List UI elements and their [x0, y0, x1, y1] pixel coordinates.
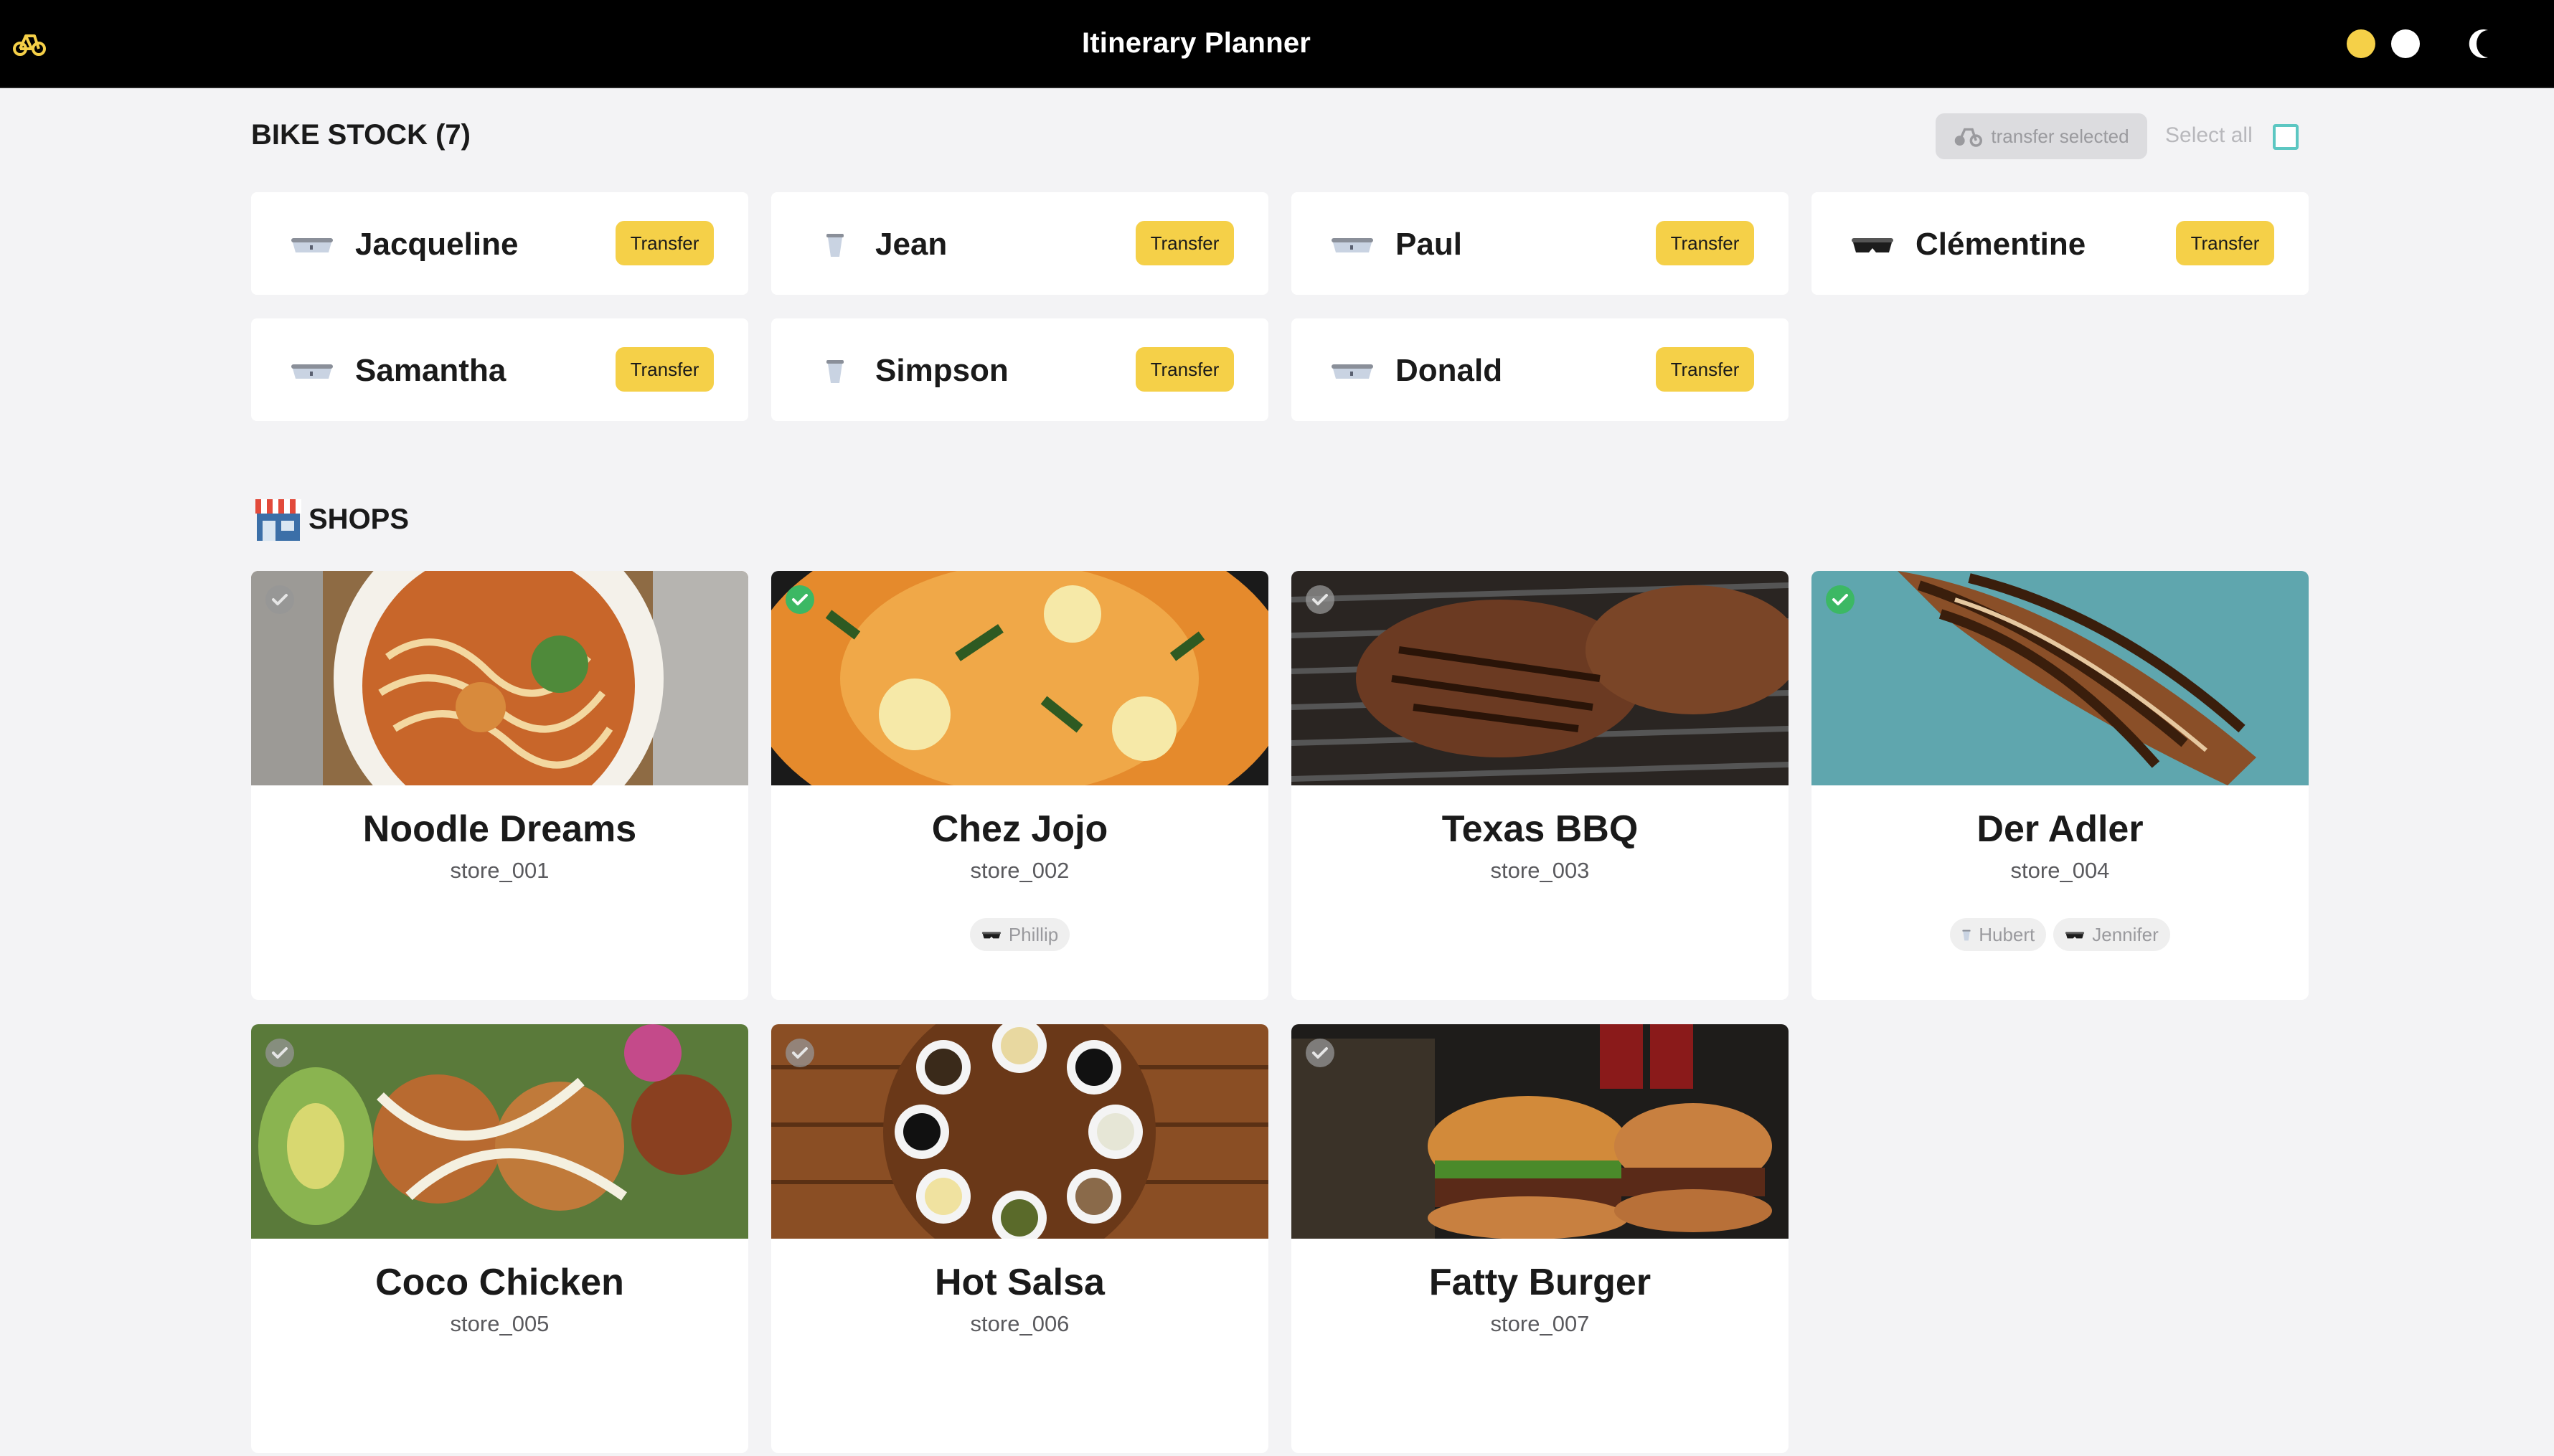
transfer-button[interactable]: Transfer — [1136, 347, 1234, 392]
transfer-button[interactable]: Transfer — [616, 347, 714, 392]
shop-name: Texas BBQ — [1441, 808, 1639, 850]
bike-name: Paul — [1395, 227, 1462, 262]
tray-icon — [291, 364, 333, 379]
shop-name: Hot Salsa — [935, 1262, 1105, 1303]
shop-card[interactable]: Chez Jojo store_002 Phillip — [771, 571, 1268, 1000]
burgers-photo — [1291, 1024, 1789, 1239]
bike-stock-title: BIKE STOCK (7) — [251, 119, 471, 151]
transfer-button[interactable]: Transfer — [1656, 347, 1754, 392]
shop-id: store_002 — [970, 858, 1070, 883]
bike-card[interactable]: Jacqueline Transfer — [251, 192, 748, 295]
mask-icon — [981, 932, 1001, 939]
cup-icon — [1962, 930, 1971, 941]
sauce-bowls-photo — [771, 1024, 1268, 1239]
shop-name: Chez Jojo — [931, 808, 1108, 850]
bike-name: Jacqueline — [355, 227, 519, 262]
shop-name: Der Adler — [1976, 808, 2144, 850]
cup-icon — [826, 360, 844, 383]
shop-card[interactable]: Fatty Burger store_007 — [1291, 1024, 1789, 1453]
chickpea-salad-photo — [251, 1024, 748, 1239]
bike-icon — [1955, 128, 1983, 147]
transfer-selected-button[interactable]: transfer selected — [1936, 113, 2147, 159]
select-all-label[interactable]: Select all — [2165, 123, 2253, 148]
shop-name: Noodle Dreams — [362, 808, 637, 850]
transfer-button[interactable]: Transfer — [616, 221, 714, 265]
shop-card[interactable]: Texas BBQ store_003 — [1291, 571, 1789, 1000]
assigned-bike-name: Jennifer — [2092, 923, 2159, 945]
yellow-theme-dot[interactable] — [2347, 29, 2375, 58]
bike-card[interactable]: Paul Transfer — [1291, 192, 1789, 295]
assigned-bikes: Phillip — [771, 918, 1268, 951]
bike-card[interactable]: Samantha Transfer — [251, 318, 748, 421]
bike-name: Clémentine — [1916, 227, 2086, 262]
bike-name: Jean — [875, 227, 948, 262]
shop-card[interactable]: Hot Salsa store_006 — [771, 1024, 1268, 1453]
shop-select-check-icon[interactable] — [265, 585, 294, 614]
shop-select-check-icon[interactable] — [1306, 1039, 1334, 1067]
shop-card[interactable]: Noodle Dreams store_001 — [251, 571, 748, 1000]
grilled-steak-photo — [1291, 571, 1789, 785]
shop-select-check-icon[interactable] — [786, 585, 814, 614]
shop-card[interactable]: Coco Chicken store_005 — [251, 1024, 748, 1453]
tray-icon — [1332, 364, 1373, 379]
transfer-button[interactable]: Transfer — [2176, 221, 2274, 265]
assigned-bike-chip[interactable]: Hubert — [1950, 918, 2047, 951]
bike-name: Simpson — [875, 353, 1009, 388]
mask-icon — [1852, 238, 1893, 252]
eagle-wing-photo — [1811, 571, 2309, 785]
shop-id: store_003 — [1490, 858, 1590, 883]
shop-select-check-icon[interactable] — [1826, 585, 1855, 614]
salmon-dish-photo — [771, 571, 1268, 785]
assigned-bike-name: Phillip — [1008, 923, 1059, 945]
tray-icon — [1332, 238, 1373, 252]
white-theme-dot[interactable] — [2391, 29, 2420, 58]
bike-card[interactable]: Donald Transfer — [1291, 318, 1789, 421]
mask-icon — [2065, 932, 2085, 939]
shop-id: store_007 — [1490, 1311, 1590, 1336]
assigned-bikes: Hubert Jennifer — [1811, 918, 2309, 951]
shop-id: store_005 — [450, 1311, 550, 1336]
transfer-button[interactable]: Transfer — [1656, 221, 1754, 265]
noodle-soup-photo — [251, 571, 748, 785]
bike-card[interactable]: Jean Transfer — [771, 192, 1268, 295]
select-all-checkbox[interactable] — [2273, 124, 2299, 150]
top-bar: Itinerary Planner — [0, 0, 2554, 88]
tray-icon — [291, 238, 333, 252]
shop-id: store_001 — [450, 858, 550, 883]
shop-card[interactable]: Der Adler store_004 Hubert Jennifer — [1811, 571, 2309, 1000]
shop-name: Fatty Burger — [1428, 1262, 1651, 1303]
shop-name: Coco Chicken — [375, 1262, 624, 1303]
bike-card[interactable]: Clémentine Transfer — [1811, 192, 2309, 295]
shop-icon — [255, 499, 301, 541]
assigned-bike-chip[interactable]: Jennifer — [2053, 918, 2170, 951]
shop-select-check-icon[interactable] — [786, 1039, 814, 1067]
shops-title: SHOPS — [308, 504, 410, 535]
assigned-bike-name: Hubert — [1979, 923, 2035, 945]
transfer-button[interactable]: Transfer — [1136, 221, 1234, 265]
bike-name: Samantha — [355, 353, 506, 388]
shop-id: store_006 — [970, 1311, 1070, 1336]
shop-id: store_004 — [2010, 858, 2110, 883]
transfer-selected-label: transfer selected — [1991, 125, 2129, 147]
app-title: Itinerary Planner — [1081, 27, 1311, 59]
shop-select-check-icon[interactable] — [265, 1039, 294, 1067]
cup-icon — [826, 234, 844, 257]
bike-name: Donald — [1395, 353, 1503, 388]
bike-card[interactable]: Simpson Transfer — [771, 318, 1268, 421]
shop-select-check-icon[interactable] — [1306, 585, 1334, 614]
assigned-bike-chip[interactable]: Phillip — [969, 918, 1070, 951]
dark-mode-moon-icon[interactable] — [2466, 27, 2499, 60]
